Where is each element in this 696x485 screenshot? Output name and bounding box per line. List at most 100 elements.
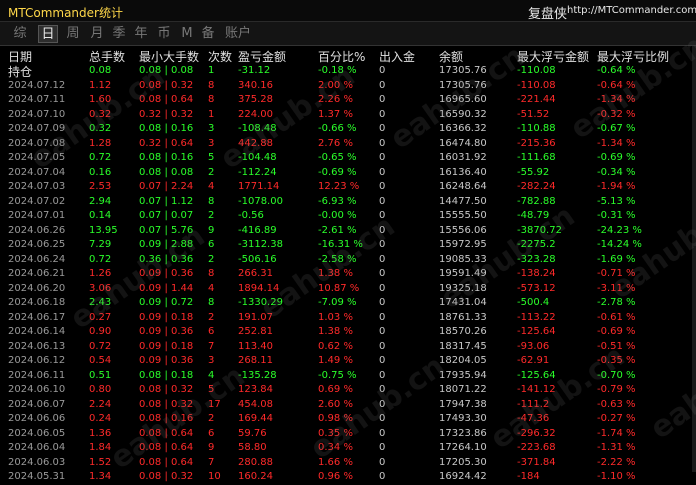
table-row[interactable]: 2024.07.11 1.60 0.08 | 0.64 8 375.28 2.26 % 0 1… xyxy=(0,93,696,108)
date-cell: 2024.06.06 xyxy=(8,413,66,424)
table-row[interactable]: 2024.07.03 2.53 0.07 | 2.24 4 1771.14 12.23 %… xyxy=(0,180,696,195)
column-header-8[interactable]: 最大浮亏金额 xyxy=(517,48,589,65)
summary-row[interactable]: 0.08 0.08 | 0.08 1 -31.12 -0.18 % 0 17305.76 -1… xyxy=(0,64,696,79)
table-cell: -0.69 % xyxy=(597,326,636,337)
table-row[interactable]: 2024.07.09 0.32 0.08 | 0.16 3 -108.48 -0.66 %… xyxy=(0,122,696,137)
table-row[interactable]: 2024.06.18 2.43 0.09 | 0.72 8 -1330.29 -7.09 … xyxy=(0,296,696,311)
table-cell: 8 xyxy=(208,268,215,279)
table-cell: 1.84 xyxy=(89,442,112,453)
table-row[interactable]: 2024.06.12 0.54 0.09 | 0.36 3 268.11 1.49 % 0 1… xyxy=(0,354,696,369)
column-header-1[interactable]: 总手数 xyxy=(89,48,125,65)
table-row[interactable]: 2024.06.13 0.72 0.09 | 0.18 7 113.40 0.62 % 0 1… xyxy=(0,340,696,355)
table-row[interactable]: 2024.07.12 1.12 0.08 | 0.32 8 340.16 2.00 % 0 1… xyxy=(0,79,696,94)
table-cell: 3 xyxy=(208,123,215,134)
table-cell: -0.69 % xyxy=(318,166,357,178)
tab-2[interactable]: 周 xyxy=(63,25,83,43)
column-header-4[interactable]: 盈亏金额 xyxy=(238,48,286,65)
table-cell: 1.12 xyxy=(89,79,112,91)
table-cell: 8 xyxy=(208,297,215,308)
tab-4[interactable]: 季 xyxy=(109,25,129,43)
table-cell: -0.63 % xyxy=(597,398,636,410)
table-row[interactable]: 2024.06.11 0.51 0.08 | 0.18 4 -135.28 -0.75 %… xyxy=(0,369,696,384)
table-row[interactable]: 2024.06.17 0.27 0.09 | 0.18 2 191.07 1.03 % 0 1… xyxy=(0,311,696,326)
table-cell: 1771.14 xyxy=(238,181,280,192)
table-cell: 1.28 xyxy=(89,137,112,149)
table-cell: -2.22 % xyxy=(597,456,636,468)
table-row[interactable]: 2024.06.25 7.29 0.09 | 2.88 6 -3112.38 -16.31… xyxy=(0,238,696,253)
table-cell: 0.08 | 0.32 xyxy=(139,79,194,91)
tab-0[interactable]: 综 xyxy=(10,25,30,43)
table-cell: 0.09 | 1.44 xyxy=(139,282,194,294)
table-cell: 17 xyxy=(208,398,221,410)
table-row[interactable]: 2024.06.21 1.26 0.09 | 0.36 8 266.31 1.38 % 0 1… xyxy=(0,267,696,282)
tab-9[interactable]: 账户 xyxy=(224,25,252,43)
table-cell: 0.07 | 1.12 xyxy=(139,195,194,207)
table-row[interactable]: 2024.07.08 1.28 0.32 | 0.64 3 442.88 2.76 % 0 1… xyxy=(0,137,696,152)
table-row[interactable]: 2024.07.01 0.14 0.07 | 0.07 2 -0.56 -0.00 % 0 1… xyxy=(0,209,696,224)
table-row[interactable]: 2024.06.04 1.84 0.08 | 0.64 9 58.80 0.34 % 0 17… xyxy=(0,441,696,456)
table-cell: -16.31 % xyxy=(318,239,363,250)
title-bar: MTCommander统计 复盘侠 http://MTCommander.com xyxy=(0,0,696,22)
site-link[interactable]: http://MTCommander.com xyxy=(567,5,696,16)
table-row[interactable]: 2024.06.26 13.95 0.07 | 5.76 9 -416.89 -2.61 … xyxy=(0,224,696,239)
date-cell: 2024.06.12 xyxy=(8,355,66,366)
table-cell: 0.51 xyxy=(89,369,112,381)
tab-5[interactable]: 年 xyxy=(131,25,151,43)
date-cell: 2024.06.26 xyxy=(8,224,66,236)
column-header-6[interactable]: 出入金 xyxy=(379,48,415,65)
column-header-5[interactable]: 百分比% xyxy=(318,48,365,65)
table-cell: 0.36 | 0.36 xyxy=(139,253,194,265)
table-row[interactable]: 2024.07.04 0.16 0.08 | 0.08 2 -112.24 -0.69 %… xyxy=(0,166,696,181)
date-cell: 2024.07.02 xyxy=(8,195,66,207)
table-cell: 5 xyxy=(208,384,215,395)
table-cell: -3.11 % xyxy=(597,282,636,294)
table-row[interactable]: 2024.06.03 1.52 0.08 | 0.64 7 280.88 1.66 % 0 1… xyxy=(0,456,696,471)
table-cell: -6.93 % xyxy=(318,195,357,207)
tab-1[interactable]: 日 xyxy=(38,25,58,43)
table-row[interactable]: 2024.06.20 3.06 0.09 | 1.44 4 1894.14 10.87 %… xyxy=(0,282,696,297)
table-cell: -500.4 xyxy=(517,297,550,308)
table-row[interactable]: 2024.05.31 1.34 0.08 | 0.32 10 160.24 0.96 % 0… xyxy=(0,470,696,485)
date-cell: 2024.06.20 xyxy=(8,282,66,294)
tab-8[interactable]: 备 xyxy=(198,25,218,43)
table-cell: 16248.64 xyxy=(439,181,487,192)
table-cell: -1.34 % xyxy=(597,94,636,105)
tab-3[interactable]: 月 xyxy=(87,25,107,43)
table-cell: -0.66 % xyxy=(318,123,357,134)
column-header-7[interactable]: 余额 xyxy=(439,48,463,65)
table-cell: 0.08 | 0.16 xyxy=(139,123,194,134)
table-cell: 0.35 % xyxy=(318,427,353,439)
table-cell: 340.16 xyxy=(238,79,273,91)
table-cell: -323.28 xyxy=(517,253,556,265)
table-cell: 0.09 | 0.36 xyxy=(139,326,194,337)
tab-7[interactable]: M xyxy=(177,25,197,43)
tab-6[interactable]: 币 xyxy=(154,25,174,43)
table-cell: 0.09 | 0.36 xyxy=(139,355,194,366)
table-row[interactable]: 2024.07.05 0.72 0.08 | 0.16 5 -104.48 -0.65 %… xyxy=(0,151,696,166)
table-row[interactable]: 2024.06.14 0.90 0.09 | 0.36 6 252.81 1.38 % 0 1… xyxy=(0,325,696,340)
table-row[interactable]: 2024.06.05 1.36 0.08 | 0.64 6 59.76 0.35 % 0 17… xyxy=(0,427,696,442)
table-cell: -111.68 xyxy=(517,152,556,163)
table-row[interactable]: 2024.07.10 0.32 0.32 | 0.32 1 224.00 1.37 % 0 1… xyxy=(0,108,696,123)
table-cell: 0.27 xyxy=(89,311,112,323)
fupan-button[interactable]: 复盘侠 xyxy=(528,3,567,22)
table-cell: 1.60 xyxy=(89,94,112,105)
table-cell: 5 xyxy=(208,152,215,163)
column-header-9[interactable]: 最大浮亏比例 xyxy=(597,48,669,65)
table-row[interactable]: 2024.06.06 0.24 0.08 | 0.16 2 169.44 0.98 % 0 1… xyxy=(0,412,696,427)
table-row[interactable]: 2024.06.10 0.80 0.08 | 0.32 5 123.84 0.69 % 0 1… xyxy=(0,383,696,398)
table-cell: 0.16 xyxy=(89,166,112,178)
scrollbar[interactable] xyxy=(692,46,696,472)
table-cell: -0.00 % xyxy=(318,210,357,221)
table-row[interactable]: 2024.06.07 2.24 0.08 | 0.32 17 454.08 2.60 % 0… xyxy=(0,398,696,413)
table-row[interactable]: 2024.06.24 0.72 0.36 | 0.36 2 -506.16 -2.58 %… xyxy=(0,253,696,268)
table-cell: 18204.05 xyxy=(439,355,487,366)
date-cell: 2024.07.12 xyxy=(8,79,66,91)
column-header-3[interactable]: 次数 xyxy=(208,48,232,65)
table-row[interactable]: 2024.07.02 2.94 0.07 | 1.12 8 -1078.00 -6.93 … xyxy=(0,195,696,210)
table-cell: 0.54 xyxy=(89,355,112,366)
table-cell: 15555.50 xyxy=(439,210,487,221)
date-cell: 2024.06.14 xyxy=(8,326,66,337)
column-header-2[interactable]: 最小大手数 xyxy=(139,48,199,65)
table-cell: 16474.80 xyxy=(439,137,487,149)
